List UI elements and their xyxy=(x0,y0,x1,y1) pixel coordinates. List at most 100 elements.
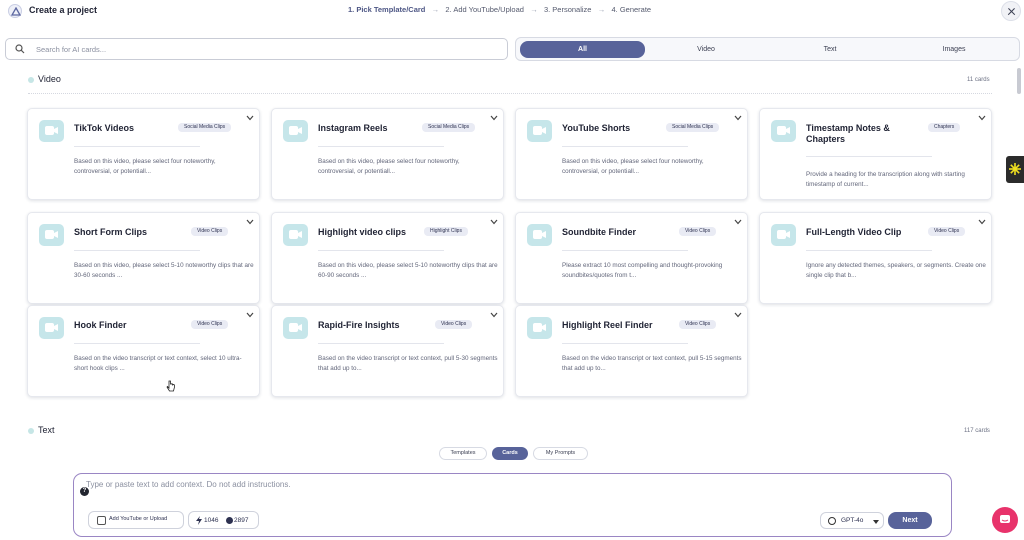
card-divider xyxy=(562,343,688,344)
credits-value: 1046 xyxy=(204,517,219,524)
video-card[interactable]: Timestamp Notes & Chapters Chapters Provid… xyxy=(759,108,992,200)
chevron-down-icon[interactable] xyxy=(734,312,742,318)
card-description: Based on this video, please select four … xyxy=(562,158,704,175)
video-camera-icon xyxy=(771,120,796,142)
side-widget-icon[interactable] xyxy=(1006,156,1024,183)
card-divider xyxy=(74,146,200,147)
card-description: Based on this video, please select 5-10 … xyxy=(74,262,254,279)
video-card[interactable]: Short Form Clips Video Clips Based on this… xyxy=(27,212,260,304)
card-description: Based on the video transcript or text co… xyxy=(318,355,498,372)
video-camera-icon xyxy=(283,224,308,246)
next-button[interactable]: Next xyxy=(888,512,932,529)
card-description: Ignore any detected themes, speakers, or… xyxy=(806,262,986,279)
step-arrow-icon: → xyxy=(597,5,606,14)
chevron-down-icon[interactable] xyxy=(246,219,254,225)
video-card[interactable]: Instagram Reels Social Media Clips Based o… xyxy=(271,108,504,200)
tab-text[interactable]: Text xyxy=(770,41,890,58)
video-camera-icon xyxy=(39,224,64,246)
help-icon[interactable]: ? xyxy=(80,487,89,496)
video-camera-icon xyxy=(527,317,552,339)
card-category-badge: Video Clips xyxy=(191,227,229,236)
stepper: 1. Pick Template/Card → 2. Add YouTube/U… xyxy=(348,5,651,14)
segment-cards[interactable]: Cards xyxy=(492,447,528,460)
step-generate[interactable]: 4. Generate xyxy=(611,5,651,14)
video-camera-icon xyxy=(39,317,64,339)
card-description: Based on this video, please select four … xyxy=(318,158,460,175)
chevron-down-icon[interactable] xyxy=(978,219,986,225)
section-title: Text xyxy=(38,425,55,435)
card-title: Short Form Clips xyxy=(74,227,148,237)
chevron-down-icon[interactable] xyxy=(490,312,498,318)
card-title: Soundbite Finder xyxy=(562,227,636,237)
video-camera-icon xyxy=(283,317,308,339)
video-card[interactable]: Highlight video clips Highlight Clips Base… xyxy=(271,212,504,304)
card-category-badge: Video Clips xyxy=(191,320,229,329)
step-pick-template[interactable]: 1. Pick Template/Card xyxy=(348,5,425,14)
chevron-down-icon[interactable] xyxy=(490,219,498,225)
chevron-down-icon[interactable] xyxy=(246,312,254,318)
section-dot-icon xyxy=(28,428,34,434)
add-youtube-label: Add YouTube or Upload xyxy=(109,516,168,522)
segment-my-prompts[interactable]: My Prompts xyxy=(533,447,588,460)
create-project-page: Create a project 1. Pick Template/Card →… xyxy=(0,0,1024,540)
card-category-badge: Video Clips xyxy=(435,320,473,329)
video-card[interactable]: Rapid-Fire Insights Video Clips Based on t… xyxy=(271,305,504,397)
card-description: Based on the video transcript or text co… xyxy=(74,355,242,372)
caret-down-icon xyxy=(873,520,879,524)
model-label: GPT-4o xyxy=(841,517,864,524)
card-description: Based on this video, please select 5-10 … xyxy=(318,262,498,279)
card-category-badge: Video Clips xyxy=(679,227,717,236)
card-title: Instagram Reels xyxy=(318,123,388,133)
card-category-badge: Social Media Clips xyxy=(422,123,476,132)
section-dot-icon xyxy=(28,77,34,83)
step-personalize[interactable]: 3. Personalize xyxy=(544,5,592,14)
card-title: Highlight Reel Finder xyxy=(562,320,653,330)
card-title: Timestamp Notes & Chapters xyxy=(806,123,890,144)
section-count: 117 cards xyxy=(964,428,990,434)
card-category-badge: Social Media Clips xyxy=(178,123,232,132)
card-category-badge: Social Media Clips xyxy=(666,123,720,132)
tab-video[interactable]: Video xyxy=(646,41,766,58)
video-card[interactable]: Soundbite Finder Video Clips Please extrac… xyxy=(515,212,748,304)
chevron-down-icon[interactable] xyxy=(246,115,254,121)
video-camera-icon xyxy=(527,120,552,142)
chevron-down-icon[interactable] xyxy=(734,115,742,121)
add-youtube-button[interactable]: Add YouTube or Upload xyxy=(88,511,184,529)
close-icon[interactable] xyxy=(1001,1,1021,21)
step-add-youtube[interactable]: 2. Add YouTube/Upload xyxy=(445,5,524,14)
video-card[interactable]: Hook Finder Video Clips Based on the video… xyxy=(27,305,260,397)
chevron-down-icon[interactable] xyxy=(734,219,742,225)
section-divider xyxy=(28,93,992,94)
card-category-badge: Video Clips xyxy=(679,320,717,329)
card-category-badge: Video Clips xyxy=(928,227,966,236)
card-divider xyxy=(562,146,688,147)
card-description: Based on the video transcript or text co… xyxy=(562,355,742,372)
text-section-header: Text 117 cards xyxy=(28,425,994,439)
tab-images[interactable]: Images xyxy=(894,41,1014,58)
openai-icon xyxy=(828,517,836,525)
video-card[interactable]: TikTok Videos Social Media Clips Based on … xyxy=(27,108,260,200)
filter-tabs: All Video Text Images xyxy=(515,37,1020,61)
model-select[interactable]: GPT-4o xyxy=(820,512,884,529)
step-arrow-icon: → xyxy=(431,5,440,14)
chevron-down-icon[interactable] xyxy=(978,115,986,121)
scrollbar[interactable] xyxy=(1017,68,1021,94)
video-card[interactable]: Highlight Reel Finder Video Clips Based on… xyxy=(515,305,748,397)
chevron-down-icon[interactable] xyxy=(490,115,498,121)
card-divider xyxy=(318,343,444,344)
card-category-badge: Highlight Clips xyxy=(424,227,468,236)
video-camera-icon xyxy=(39,120,64,142)
card-divider xyxy=(74,343,200,344)
chat-icon[interactable] xyxy=(992,507,1018,533)
search-input[interactable] xyxy=(36,42,496,57)
segment-templates[interactable]: Templates xyxy=(439,447,487,460)
video-card[interactable]: YouTube Shorts Social Media Clips Based on… xyxy=(515,108,748,200)
video-card[interactable]: Full-Length Video Clip Video Clips Ignore … xyxy=(759,212,992,304)
section-count: 11 cards xyxy=(967,77,990,83)
tab-all[interactable]: All xyxy=(520,41,645,58)
video-camera-icon xyxy=(283,120,308,142)
card-divider xyxy=(318,250,444,251)
context-textarea[interactable] xyxy=(86,480,936,496)
top-bar: Create a project 1. Pick Template/Card →… xyxy=(0,0,1024,22)
bolt-icon xyxy=(196,516,202,525)
